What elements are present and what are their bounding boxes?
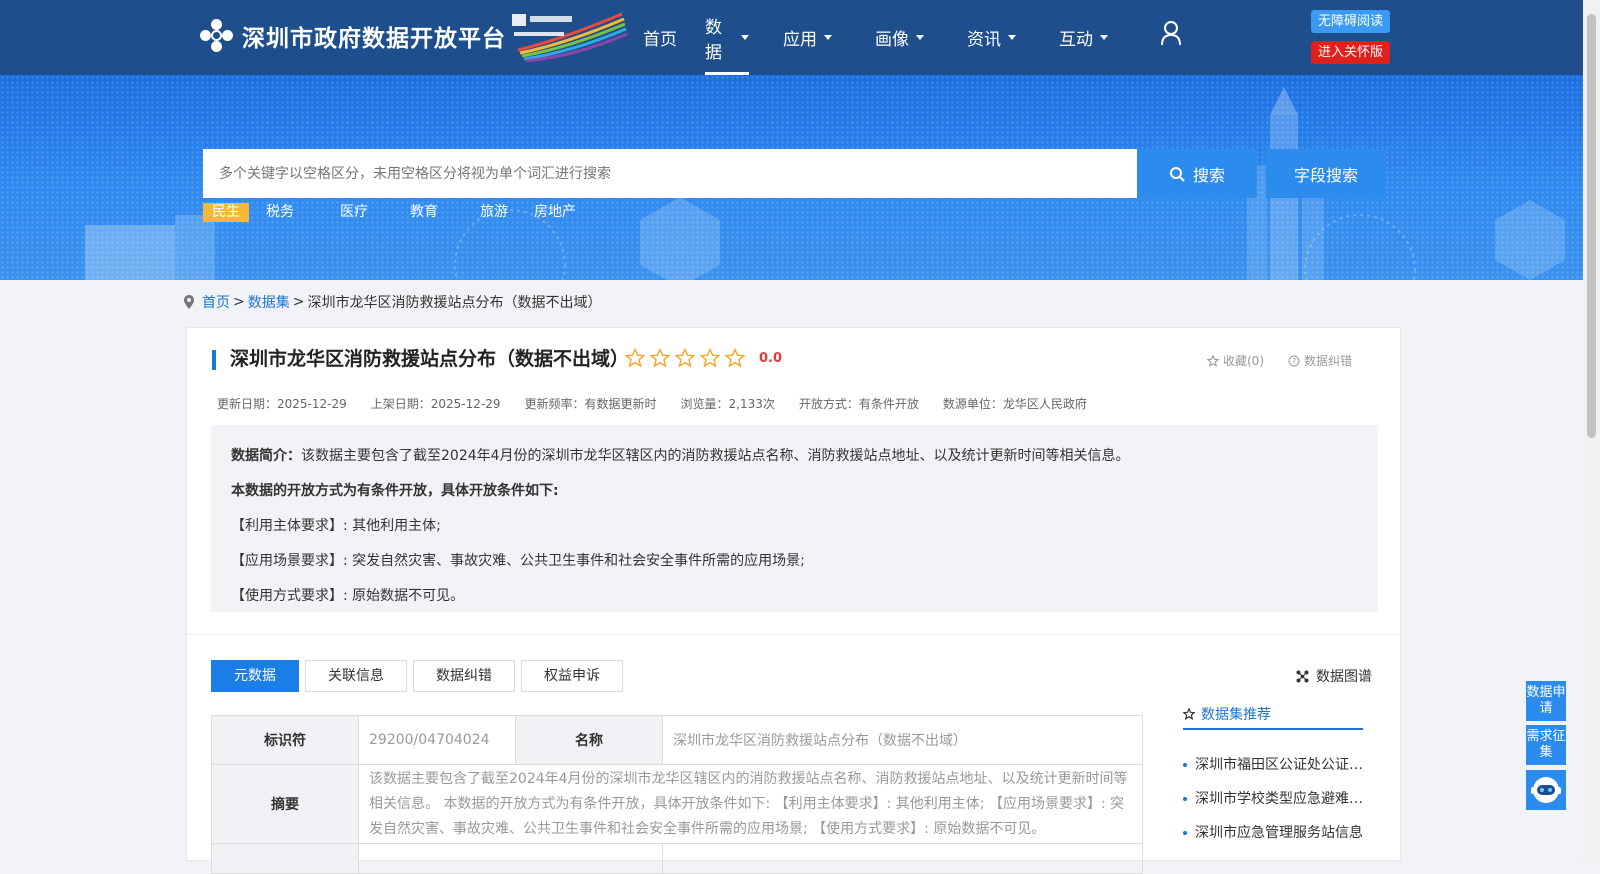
chevron-down-icon [1008, 35, 1016, 40]
rating-stars[interactable] [625, 348, 745, 368]
hot-tag[interactable]: 教育 [401, 203, 447, 222]
star-icon[interactable] [725, 348, 745, 368]
user-icon[interactable] [1160, 20, 1182, 46]
accessibility-button[interactable]: 无障碍阅读 [1311, 10, 1390, 33]
svg-text:?: ? [1292, 357, 1296, 366]
site-logo[interactable]: 深圳市政府数据开放平台 [200, 16, 506, 56]
list-item[interactable]: 深圳市学校类型应急避难场所 [1183, 782, 1368, 816]
search-input[interactable] [203, 149, 1137, 198]
meta-source: 数源单位：龙华区人民政府 [942, 397, 1087, 411]
breadcrumb-current: 深圳市龙华区消防救援站点分布（数据不出域） [307, 295, 602, 311]
meta-publish-date: 上架日期：2025-12-29 [370, 397, 501, 411]
hot-tag[interactable]: 医疗 [331, 203, 377, 222]
hot-tag[interactable]: 旅游 [471, 203, 517, 222]
req-usage: 【使用方式要求】: 原始数据不可见。 [231, 588, 465, 604]
dataset-card: 深圳市龙华区消防救援站点分布（数据不出域） 0.0 收藏(0) ? 数据纠错 更… [186, 327, 1402, 874]
dataset-intro: 数据简介：该数据主要包含了截至2024年4月份的深圳市龙华区辖区内的消防救援站点… [211, 425, 1378, 612]
intro-label: 数据简介： [231, 448, 301, 464]
meta-frequency: 更新频率：有数据更新时 [524, 397, 657, 411]
search-button[interactable]: 搜索 [1137, 149, 1257, 198]
breadcrumb-home-link[interactable]: 首页 [202, 292, 230, 312]
breadcrumb-datasets-link[interactable]: 数据集 [248, 292, 290, 312]
hot-tags: 民生 税务 医疗 教育 旅游 房地产 [203, 203, 593, 222]
list-item[interactable]: 深圳市应急管理服务站信息 [1183, 816, 1368, 850]
demand-collect-float-button[interactable]: 需求征集 [1526, 725, 1566, 765]
detail-tabs: 元数据 关联信息 数据纠错 权益申诉 [211, 660, 623, 692]
dataset-title: 深圳市龙华区消防救援站点分布（数据不出域） [230, 348, 630, 370]
hot-tag[interactable]: 房地产 [525, 203, 585, 222]
nav-apps[interactable]: 应用 [783, 0, 875, 75]
table-row: 标识符 29200/04704024 名称 深圳市龙华区消防救援站点分布（数据不… [211, 715, 1143, 765]
list-item[interactable]: 深圳市福田区公证处公证员信息 [1183, 748, 1368, 782]
nav-interact[interactable]: 互动 [1059, 0, 1151, 75]
recommend-list: 深圳市福田区公证处公证员信息 深圳市学校类型应急避难场所 深圳市应急管理服务站信… [1183, 748, 1368, 850]
star-badge-icon [1183, 708, 1195, 720]
star-icon[interactable] [625, 348, 645, 368]
nav-portrait[interactable]: 画像 [875, 0, 967, 75]
hot-tag[interactable]: 税务 [257, 203, 303, 222]
location-pin-icon [184, 295, 194, 309]
dataset-meta: 更新日期：2025-12-29 上架日期：2025-12-29 更新频率：有数据… [217, 395, 1111, 412]
meta-views: 浏览量：2,133次 [680, 397, 775, 411]
meta-update-date: 更新日期：2025-12-29 [217, 397, 347, 411]
tab-metadata[interactable]: 元数据 [211, 660, 299, 692]
data-graph-link[interactable]: 数据图谱 [1296, 666, 1372, 686]
graph-nodes-icon [1296, 670, 1309, 682]
chevron-down-icon [741, 35, 749, 40]
star-outline-icon [1207, 354, 1219, 367]
search-icon [1169, 166, 1185, 182]
star-icon[interactable] [650, 348, 670, 368]
data-correction-link[interactable]: ? 数据纠错 [1288, 352, 1352, 369]
abstract-value: 该数据主要包含了截至2024年4月份的深圳市龙华区辖区内的消防救援站点名称、消防… [358, 764, 1143, 844]
id-value: 29200/04704024 [358, 715, 516, 765]
scrollbar-thumb[interactable] [1587, 14, 1596, 438]
star-icon[interactable] [700, 348, 720, 368]
hot-tag[interactable]: 民生 [203, 203, 249, 222]
metadata-table: 标识符 29200/04704024 名称 深圳市龙华区消防救援站点分布（数据不… [211, 715, 1143, 874]
platform-logo-icon [200, 19, 234, 53]
nav-news[interactable]: 资讯 [967, 0, 1059, 75]
favorite-button[interactable]: 收藏(0) [1207, 352, 1264, 369]
breadcrumb: 首页 > 数据集 > 深圳市龙华区消防救援站点分布（数据不出域） [184, 292, 601, 312]
chevron-down-icon [916, 35, 924, 40]
page-scrollbar[interactable] [1583, 0, 1600, 861]
robot-icon [1531, 777, 1561, 803]
req-subject: 【利用主体要求】: 其他利用主体; [231, 518, 441, 534]
care-mode-button[interactable]: 进入关怀版 [1311, 41, 1390, 64]
table-row: 摘要 该数据主要包含了截至2024年4月份的深圳市龙华区辖区内的消防救援站点名称… [211, 764, 1143, 844]
tab-related-info[interactable]: 关联信息 [305, 660, 407, 692]
shenzhen-china-logo-icon [512, 12, 628, 62]
name-label: 名称 [515, 715, 663, 765]
id-label: 标识符 [211, 715, 359, 765]
main-nav: 首页 数据 应用 画像 资讯 互动 [643, 0, 1151, 75]
table-row [211, 843, 1143, 874]
help-circle-icon: ? [1288, 355, 1300, 366]
chatbot-float-button[interactable] [1526, 770, 1566, 810]
name-value: 深圳市龙华区消防救援站点分布（数据不出域） [662, 715, 1143, 765]
field-search-button[interactable]: 字段搜索 [1266, 149, 1386, 198]
top-header: 深圳市政府数据开放平台 首页 数据 应用 画像 资讯 互动 无障碍阅读 进入关怀… [0, 0, 1583, 75]
site-title: 深圳市政府数据开放平台 [242, 26, 506, 52]
rating-score: 0.0 [759, 351, 783, 366]
open-conditions-title: 本数据的开放方式为有条件开放，具体开放条件如下: [231, 483, 559, 499]
title-accent-bar [212, 350, 216, 370]
nav-home[interactable]: 首页 [643, 0, 705, 75]
tab-data-correction[interactable]: 数据纠错 [413, 660, 515, 692]
meta-open-mode: 开放方式：有条件开放 [798, 397, 919, 411]
star-icon[interactable] [675, 348, 695, 368]
req-scene: 【应用场景要求】: 突发自然灾害、事故灾难、公共卫生事件和社会安全事件所需的应用… [231, 553, 805, 569]
nav-data[interactable]: 数据 [705, 0, 749, 75]
intro-text: 该数据主要包含了截至2024年4月份的深圳市龙华区辖区内的消防救援站点名称、消防… [301, 448, 1130, 464]
chevron-down-icon [1100, 35, 1108, 40]
data-apply-float-button[interactable]: 数据申请 [1526, 681, 1566, 721]
recommend-header: 数据集推荐 [1183, 700, 1363, 730]
tab-rights-appeal[interactable]: 权益申诉 [521, 660, 623, 692]
abstract-label: 摘要 [211, 764, 359, 844]
chevron-down-icon [824, 35, 832, 40]
divider [187, 634, 1402, 635]
